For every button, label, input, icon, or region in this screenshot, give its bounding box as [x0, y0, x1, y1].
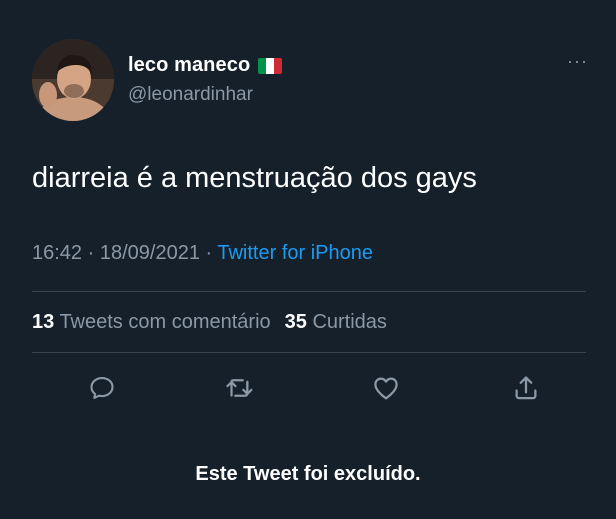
tweet-time[interactable]: 16:42: [32, 242, 82, 264]
quote-tweets-count: 13: [32, 311, 55, 333]
retweets-stat[interactable]: 35 Curtidas: [285, 311, 387, 333]
retweet-icon: [226, 379, 253, 397]
quote-tweets-label: Tweets com comentário: [54, 311, 271, 333]
meta-separator: ·: [82, 242, 100, 264]
tweet-card: leco maneco @leonardinhar ··· diarreia é…: [0, 0, 616, 519]
tweet-meta: 16:42 · 18/09/2021 · Twitter for iPhone: [32, 242, 373, 265]
meta-separator: ·: [199, 242, 218, 264]
share-icon: [515, 376, 537, 400]
like-button[interactable]: [370, 372, 402, 404]
tweet-deleted-notice: Este Tweet foi excluído.: [195, 463, 421, 485]
more-options-icon[interactable]: ···: [567, 52, 588, 70]
author-display-name[interactable]: leco maneco: [128, 54, 250, 77]
avatar-photo: [32, 39, 114, 121]
quote-tweets-stat[interactable]: 13 Tweets com comentário: [32, 311, 271, 333]
reply-button[interactable]: [86, 372, 118, 404]
like-icon: [374, 377, 398, 400]
reply-icon: [90, 377, 114, 399]
italy-flag-icon: [258, 57, 283, 74]
retweets-label: Curtidas: [306, 311, 387, 333]
retweets-count: 35: [284, 311, 307, 333]
tweet-stats: 13 Tweets com comentário 35 Curtidas: [32, 311, 387, 334]
tweet-date[interactable]: 18/09/2021: [100, 242, 200, 264]
tweet-text: diarreia é a menstruação dos gays: [32, 162, 477, 194]
avatar[interactable]: [32, 39, 114, 121]
retweet-button[interactable]: [223, 372, 255, 404]
flag-stripe-green: [258, 57, 267, 74]
divider: [32, 352, 586, 353]
share-button[interactable]: [510, 372, 542, 404]
author-handle[interactable]: @leonardinhar: [128, 84, 253, 106]
divider: [32, 291, 586, 292]
flag-stripe-red: [274, 57, 283, 74]
tweet-source-link[interactable]: Twitter for iPhone: [217, 242, 373, 264]
author-name-row: leco maneco: [128, 54, 283, 77]
flag-stripe-white: [266, 57, 275, 74]
